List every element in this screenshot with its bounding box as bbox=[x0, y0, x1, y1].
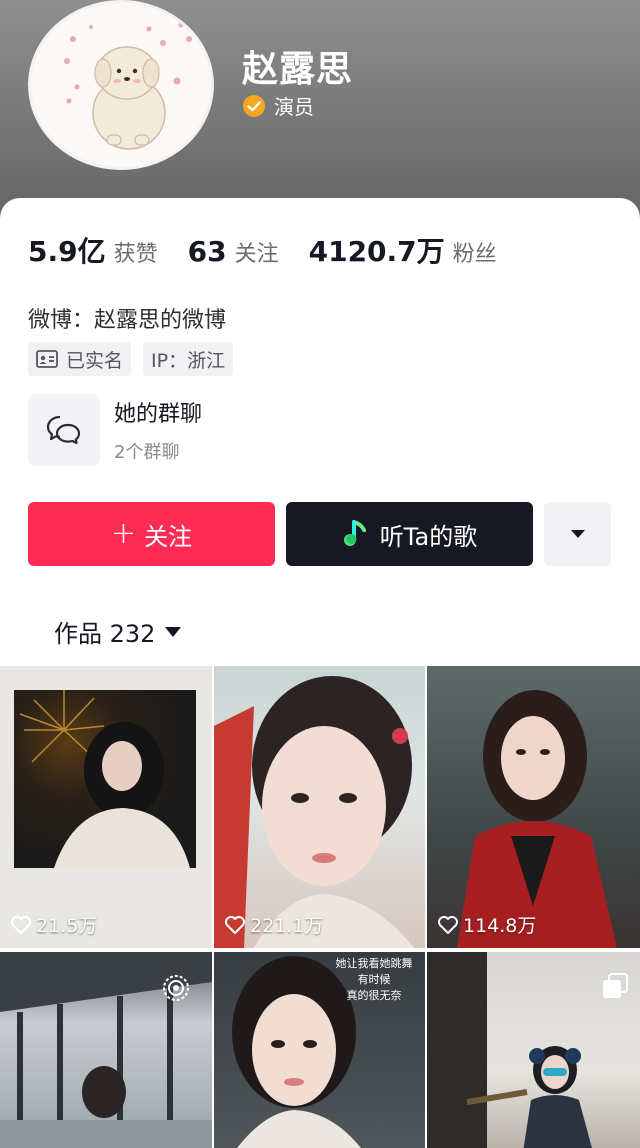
follow-button[interactable]: + 关注 bbox=[28, 502, 275, 566]
chat-bubbles-icon bbox=[46, 415, 81, 445]
like-count: 114.8万 bbox=[437, 911, 536, 938]
portrait-art bbox=[19, 690, 190, 868]
like-count-text: 21.5万 bbox=[36, 915, 98, 937]
group-chat-count: 2个群聊 bbox=[114, 442, 180, 463]
profile-name: 赵露思 bbox=[242, 49, 354, 90]
listen-songs-button[interactable]: 听Ta的歌 bbox=[286, 502, 533, 566]
video-thumbnail[interactable] bbox=[0, 952, 212, 1148]
tab-works[interactable]: 作品 232 bbox=[54, 614, 182, 649]
dog-illustration bbox=[31, 3, 211, 167]
stat-following[interactable]: 63 关注 bbox=[188, 235, 279, 268]
stat-following-number: 63 bbox=[187, 235, 227, 268]
heart-icon bbox=[225, 915, 245, 934]
portrait-art bbox=[457, 690, 617, 948]
group-chat-entry[interactable]: 她的群聊 2个群聊 bbox=[28, 394, 202, 466]
music-note-icon bbox=[343, 520, 366, 546]
caret-down-icon bbox=[165, 626, 182, 637]
stat-followers-number: 4120.7万 bbox=[308, 235, 445, 268]
like-count: 221.1万 bbox=[224, 911, 323, 938]
more-options-button[interactable] bbox=[544, 502, 611, 566]
video-thumbnail[interactable]: 114.8万 bbox=[427, 666, 640, 948]
stat-following-label: 关注 bbox=[234, 242, 279, 267]
profile-tags: 已实名 IP：浙江 bbox=[28, 342, 234, 376]
video-thumbnail[interactable] bbox=[427, 952, 640, 1148]
works-tab-label: 作品 232 bbox=[54, 620, 156, 648]
video-caption-overlay: 她让我看她跳舞 有时候 真的很无奈 bbox=[324, 956, 424, 1004]
verify-label: 演员 bbox=[274, 95, 314, 119]
plus-icon: + bbox=[110, 516, 137, 551]
tag-label: IP：浙江 bbox=[151, 349, 226, 372]
like-count-text: 114.8万 bbox=[463, 915, 537, 937]
id-card-icon bbox=[36, 350, 58, 368]
profile-actions: + 关注 听Ta的歌 bbox=[28, 502, 611, 566]
stat-likes[interactable]: 5.9亿 获赞 bbox=[28, 230, 158, 270]
video-thumbnail[interactable]: 21.5万 bbox=[0, 666, 212, 948]
caret-down-icon bbox=[570, 530, 585, 538]
caption-line: 她让我看她跳舞 bbox=[335, 957, 413, 970]
group-chat-title: 她的群聊 bbox=[114, 402, 203, 427]
like-count-text: 221.1万 bbox=[250, 915, 324, 937]
verified-badge: 演员 bbox=[242, 91, 314, 120]
caption-line: 有时候 bbox=[357, 973, 391, 986]
profile-stats: 5.9亿 获赞 63 关注 4120.7万 粉丝 bbox=[28, 230, 527, 270]
follow-button-label: 关注 bbox=[144, 522, 193, 551]
tag-verified-identity: 已实名 bbox=[28, 342, 132, 376]
caption-line: 真的很无奈 bbox=[346, 989, 402, 1002]
stat-likes-number: 5.9亿 bbox=[28, 235, 106, 268]
tag-ip-location: IP：浙江 bbox=[143, 342, 234, 376]
stat-likes-label: 获赞 bbox=[113, 242, 158, 267]
portrait-art bbox=[214, 676, 414, 948]
live-icon bbox=[163, 975, 189, 1001]
thumbnail-photo bbox=[14, 690, 196, 868]
multi-image-icon bbox=[603, 973, 628, 998]
group-chat-icon-box bbox=[28, 394, 100, 466]
heart-icon bbox=[438, 915, 458, 934]
avatar[interactable] bbox=[28, 0, 214, 170]
listen-songs-label: 听Ta的歌 bbox=[379, 522, 478, 551]
video-thumbnail[interactable]: 她让我看她跳舞 有时候 真的很无奈 bbox=[214, 952, 425, 1148]
tag-label: 已实名 bbox=[66, 349, 124, 372]
like-count: 21.5万 bbox=[10, 911, 97, 938]
verified-check-icon bbox=[243, 94, 265, 117]
heart-icon bbox=[11, 915, 31, 934]
video-thumbnail[interactable]: 221.1万 bbox=[214, 666, 425, 948]
works-grid: 21.5万 221.1万 114.8万 她让我看她跳舞 有时候 真的很无奈 bbox=[0, 666, 640, 1148]
stat-followers-label: 粉丝 bbox=[452, 242, 497, 267]
stat-followers[interactable]: 4120.7万 粉丝 bbox=[309, 230, 497, 270]
weibo-link[interactable]: 微博：赵露思的微博 bbox=[28, 302, 226, 334]
